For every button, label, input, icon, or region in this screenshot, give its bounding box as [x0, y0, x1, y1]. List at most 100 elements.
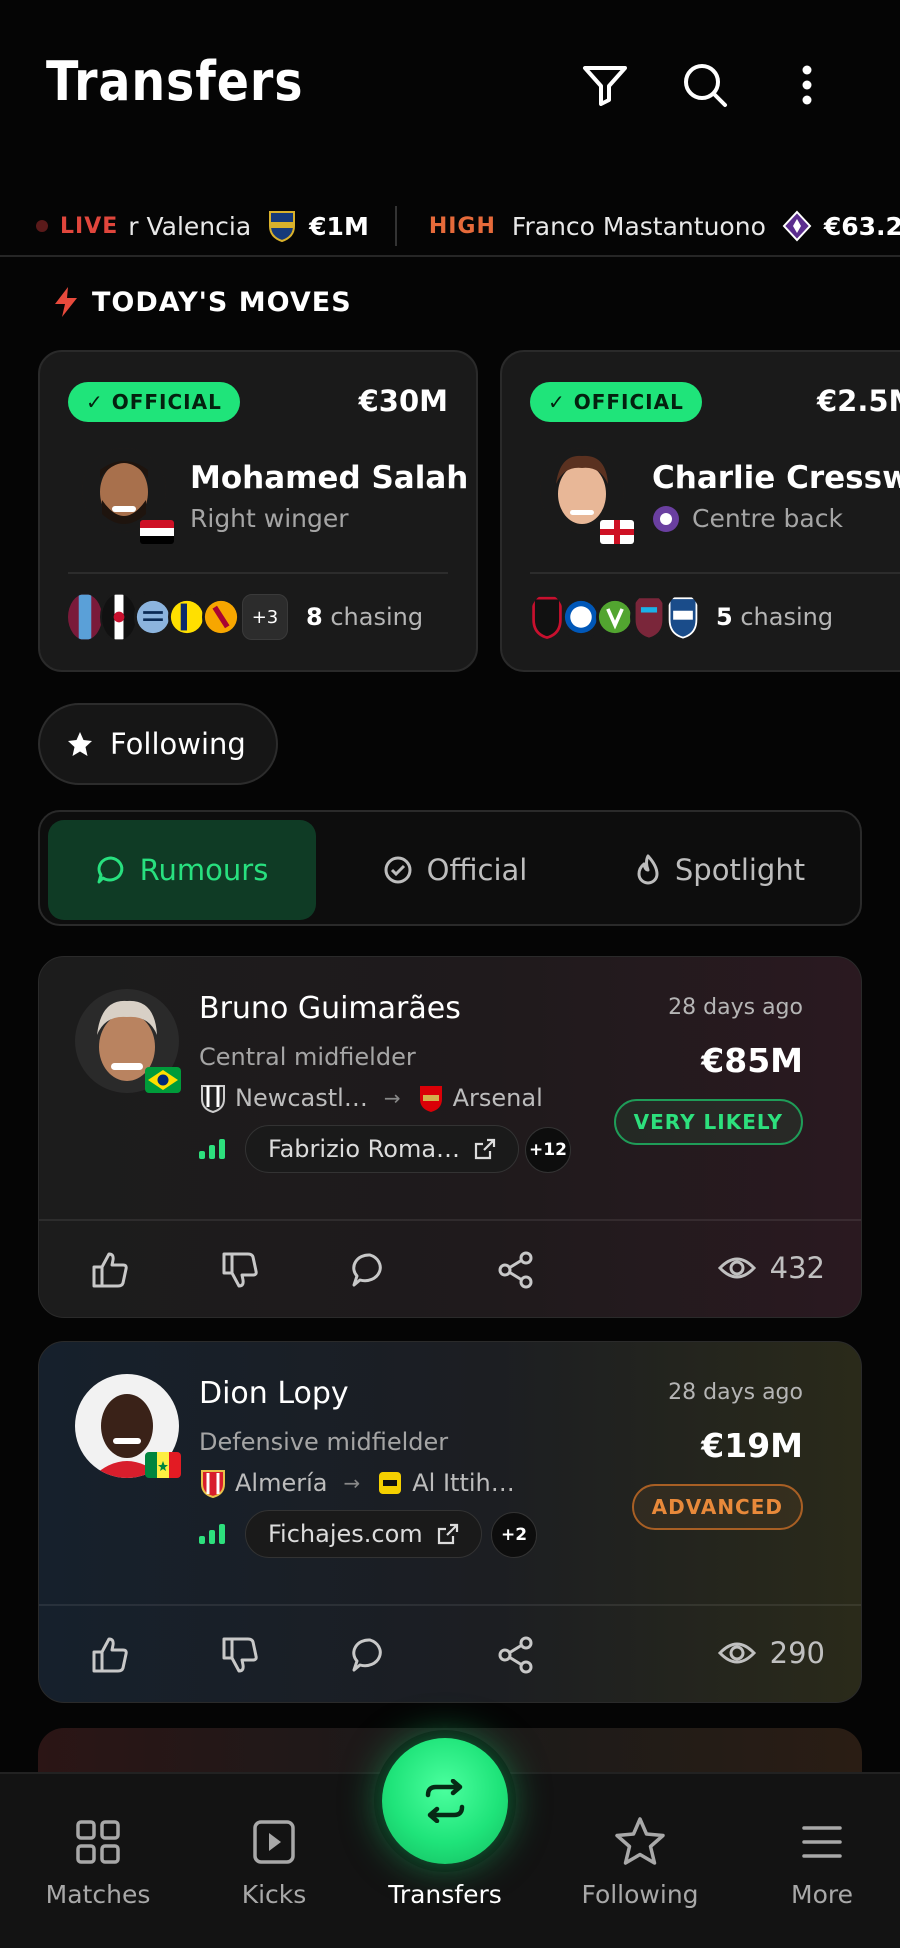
likelihood-badge: VERY LIKELY	[613, 1099, 803, 1145]
eye-icon	[717, 1639, 756, 1667]
more-sources-count[interactable]: +2	[491, 1512, 537, 1558]
lightning-icon	[55, 287, 77, 317]
search-icon[interactable]	[678, 58, 732, 112]
player-position: Centre back	[652, 504, 843, 533]
newcastle-crest-icon	[201, 1085, 225, 1113]
thumbs-up-icon[interactable]	[85, 1630, 135, 1680]
fenerbahce-crest-icon	[168, 592, 206, 642]
player-name: Dion Lopy	[199, 1376, 349, 1411]
menu-icon	[742, 1814, 900, 1870]
following-filter-button[interactable]: Following	[38, 703, 278, 785]
card-divider	[68, 572, 448, 574]
ticker-tag-high: HIGH	[428, 213, 496, 239]
tab-rumours[interactable]: Rumours	[48, 820, 316, 920]
official-badge: ✓ OFFICIAL	[68, 382, 240, 422]
more-vertical-icon[interactable]	[780, 58, 834, 112]
rumour-actions: 290	[39, 1606, 861, 1702]
filter-icon[interactable]	[578, 58, 632, 112]
swap-arrows-icon	[382, 1738, 508, 1864]
arsenal-crest-icon	[419, 1086, 442, 1112]
time-ago: 28 days ago	[668, 995, 803, 1020]
page-title: Transfers	[46, 50, 304, 113]
app-header: Transfers	[0, 0, 900, 190]
tab-spotlight[interactable]: Spotlight	[600, 820, 840, 920]
nav-transfers-fab[interactable]	[374, 1730, 516, 1872]
source-link[interactable]: Fichajes.com	[245, 1510, 482, 1558]
card-divider	[530, 572, 900, 574]
move-card[interactable]: ✓ OFFICIAL €30M Mohamed Salah Right wing…	[38, 350, 478, 672]
external-link-icon	[437, 1523, 459, 1545]
transfer-ticker[interactable]: LIVE r Valencia €1M HIGH Franco Mastantu…	[0, 195, 900, 257]
ticker-team: r Valencia	[128, 211, 252, 241]
player-position: Right winger	[190, 504, 349, 533]
brighton-crest-icon	[562, 592, 600, 642]
toulouse-crest-icon	[653, 505, 679, 532]
ticker-price: €1M	[309, 211, 369, 241]
section-title: TODAY'S MOVES	[92, 286, 352, 318]
comment-icon[interactable]	[345, 1245, 395, 1295]
rumour-card[interactable]: Dion Lopy Defensive midfielder Almería →…	[38, 1341, 862, 1703]
more-clubs-count: +3	[242, 594, 288, 640]
time-ago: 28 days ago	[668, 1380, 803, 1405]
check-circle-icon	[383, 855, 413, 885]
eye-icon	[717, 1254, 756, 1282]
nav-following[interactable]: Following	[560, 1814, 720, 1909]
more-sources-count[interactable]: +12	[525, 1127, 571, 1173]
ticker-team: Franco Mastantuono	[511, 211, 766, 241]
star-icon	[560, 1814, 720, 1870]
move-price: €30M	[358, 384, 448, 418]
thumbs-up-icon[interactable]	[85, 1245, 135, 1295]
chat-bubble-icon	[96, 855, 126, 885]
share-icon[interactable]	[491, 1245, 541, 1295]
chasing-clubs: +3 8 chasing	[66, 592, 423, 642]
thumbs-down-icon[interactable]	[215, 1245, 265, 1295]
player-name: Mohamed Salah	[190, 460, 469, 496]
signal-strength-icon	[199, 1522, 229, 1544]
besiktas-crest-icon	[100, 592, 138, 642]
live-dot	[36, 220, 48, 232]
ticker-price: €63.2	[823, 211, 900, 241]
almeria-crest-icon	[201, 1470, 225, 1498]
nav-matches[interactable]: Matches	[18, 1814, 178, 1909]
west-ham-crest-icon	[630, 592, 668, 642]
official-badge: ✓ OFFICIAL	[530, 382, 702, 422]
nav-transfers-label: Transfers	[388, 1880, 502, 1909]
egypt-flag-icon	[140, 520, 174, 544]
transfer-fee: €19M	[701, 1426, 803, 1465]
view-count: 290	[717, 1636, 825, 1670]
brazil-flag-icon	[145, 1067, 181, 1093]
comment-icon[interactable]	[345, 1630, 395, 1680]
player-position: Defensive midfielder	[199, 1428, 449, 1456]
tab-official[interactable]: Official	[340, 820, 570, 920]
feed-tabs: Rumours Official Spotlight	[38, 810, 862, 926]
rennes-crest-icon	[528, 592, 566, 642]
chasing-clubs: 5 chasing	[528, 592, 833, 642]
player-name: Charlie Cressw…	[652, 460, 900, 496]
galatasaray-crest-icon	[202, 592, 240, 642]
transfer-route: Newcastl… → Arsenal	[199, 1083, 543, 1113]
grid-icon	[18, 1814, 178, 1870]
wolfsburg-crest-icon	[596, 592, 634, 642]
move-card[interactable]: ✓ OFFICIAL €2.5M Charlie Cressw… Centre …	[500, 350, 900, 672]
share-icon[interactable]	[491, 1630, 541, 1680]
ticker-tag-live: LIVE	[60, 213, 119, 239]
rumour-actions: 432	[39, 1221, 861, 1317]
play-square-icon	[194, 1814, 354, 1870]
rumour-card[interactable]: Bruno Guimarães Central midfielder Newca…	[38, 956, 862, 1318]
external-link-icon	[474, 1138, 496, 1160]
nav-more[interactable]: More	[742, 1814, 900, 1909]
fiorentina-crest-icon	[782, 210, 812, 242]
signal-strength-icon	[199, 1137, 229, 1159]
senegal-flag-icon	[145, 1452, 181, 1478]
likelihood-badge: ADVANCED	[631, 1484, 803, 1530]
thumbs-down-icon[interactable]	[215, 1630, 265, 1680]
move-price: €2.5M	[817, 384, 900, 418]
sporting-kc-crest-icon	[134, 592, 172, 642]
player-position: Central midfielder	[199, 1043, 416, 1071]
boca-crest-icon	[269, 211, 296, 242]
source-link[interactable]: Fabrizio Roma…	[245, 1125, 520, 1173]
nav-kicks[interactable]: Kicks	[194, 1814, 354, 1909]
como-crest-icon	[664, 592, 702, 642]
trabzonspor-crest-icon	[66, 592, 104, 642]
england-flag-icon	[600, 520, 634, 544]
